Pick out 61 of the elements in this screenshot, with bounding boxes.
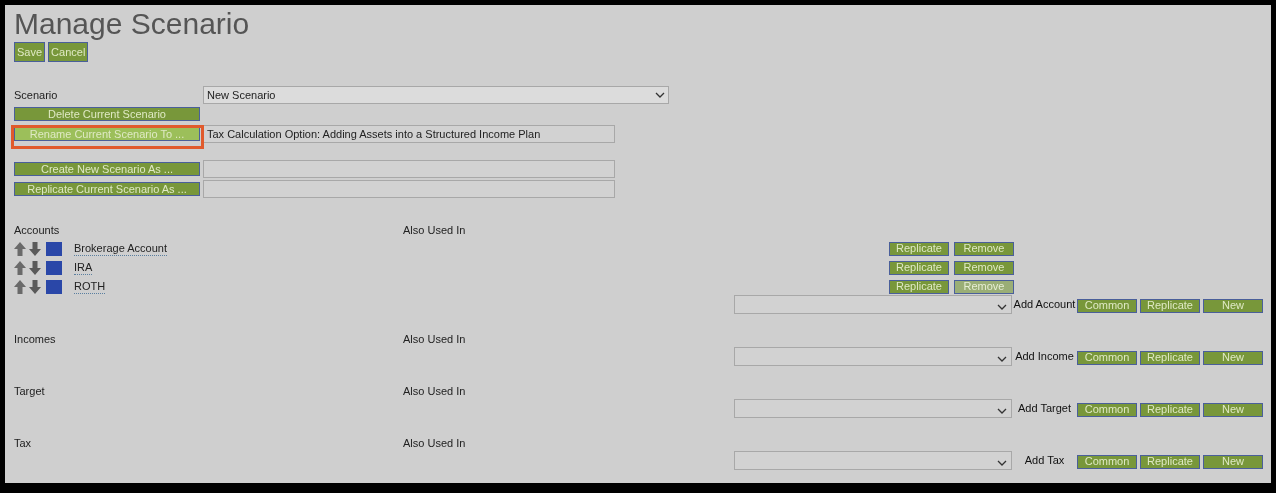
add-select-field[interactable] xyxy=(734,346,1012,366)
scenario-select[interactable]: New Scenario xyxy=(203,86,669,104)
add-action-button[interactable]: Common xyxy=(1077,298,1137,313)
move-down-icon[interactable] xyxy=(29,260,41,275)
section-title: Target xyxy=(14,383,46,399)
item-action-button[interactable]: Remove xyxy=(954,241,1014,256)
move-up-icon[interactable] xyxy=(14,241,26,256)
add-action-button[interactable]: New xyxy=(1203,350,1263,365)
move-down-icon[interactable] xyxy=(29,279,41,294)
page-title: Manage Scenario xyxy=(14,6,251,42)
chevron-icon xyxy=(996,355,1007,362)
add-select-field[interactable] xyxy=(734,398,1012,418)
account-link[interactable]: IRA xyxy=(74,260,93,275)
account-color-swatch xyxy=(46,241,62,256)
add-action-button[interactable]: Common xyxy=(1077,454,1137,469)
scenario-action-button[interactable]: Delete Current Scenario xyxy=(14,107,200,121)
also-used-in-label: Also Used In xyxy=(403,383,466,399)
add-select-field[interactable] xyxy=(734,450,1012,470)
name-input-field[interactable] xyxy=(203,180,615,198)
name-input-field[interactable] xyxy=(203,160,615,178)
chevron-icon xyxy=(655,92,665,98)
item-action-button[interactable]: Replicate xyxy=(889,279,949,294)
also-used-in-label: Also Used In xyxy=(403,435,466,451)
account-link[interactable]: Brokerage Account xyxy=(74,241,167,256)
add-action-button[interactable]: Common xyxy=(1077,402,1137,417)
name-input-field[interactable]: Tax Calculation Option: Adding Assets into a Structured Income Plan xyxy=(203,125,615,143)
add-action-button[interactable]: Replicate xyxy=(1140,454,1200,469)
account-color-swatch xyxy=(46,260,62,275)
item-action-button[interactable]: Replicate xyxy=(889,260,949,275)
add-label: Add Income xyxy=(1014,348,1075,364)
add-action-button[interactable]: New xyxy=(1203,298,1263,313)
item-action-button[interactable]: Replicate xyxy=(889,241,949,256)
also-used-in-label: Also Used In xyxy=(403,222,466,238)
scenario-label: Scenario xyxy=(14,87,59,103)
section-title: Tax xyxy=(14,435,33,451)
move-up-icon[interactable] xyxy=(14,260,26,275)
also-used-in-label: Also Used In xyxy=(403,331,466,347)
add-select-field[interactable] xyxy=(734,294,1012,314)
page-action-button[interactable]: Save xyxy=(14,42,46,62)
add-action-button[interactable]: Common xyxy=(1077,350,1137,365)
account-color-swatch xyxy=(46,279,62,294)
add-action-button[interactable]: Replicate xyxy=(1140,350,1200,365)
add-action-button[interactable]: New xyxy=(1203,454,1263,469)
scenario-action-button[interactable]: Create New Scenario As ... xyxy=(14,162,200,176)
scenario-action-button[interactable]: Replicate Current Scenario As ... xyxy=(14,182,200,196)
account-link[interactable]: ROTH xyxy=(74,279,106,294)
add-action-button[interactable]: Replicate xyxy=(1140,402,1200,417)
add-label: Add Target xyxy=(1016,400,1072,416)
add-label: Add Account xyxy=(1012,296,1077,312)
chevron-icon xyxy=(996,459,1007,466)
add-action-button[interactable]: Replicate xyxy=(1140,298,1200,313)
section-title: Incomes xyxy=(14,331,57,347)
add-action-button[interactable]: New xyxy=(1203,402,1263,417)
add-label: Add Tax xyxy=(1023,452,1066,468)
move-down-icon[interactable] xyxy=(29,241,41,256)
chevron-icon xyxy=(996,303,1007,310)
move-up-icon[interactable] xyxy=(14,279,26,294)
chevron-icon xyxy=(996,407,1007,414)
item-action-button[interactable]: Remove xyxy=(954,260,1014,275)
page-action-button[interactable]: Cancel xyxy=(48,42,89,62)
section-title: Accounts xyxy=(14,222,61,238)
